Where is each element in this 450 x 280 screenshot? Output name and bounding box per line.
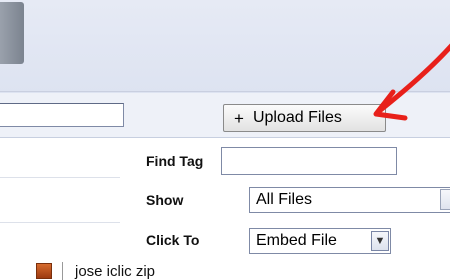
- upload-files-button[interactable]: + Upload Files: [223, 104, 386, 132]
- click-to-label: Click To: [146, 232, 200, 248]
- list-item[interactable]: jose iclic zip: [36, 262, 155, 280]
- header-divider: [0, 91, 450, 92]
- sidebar-handle: [0, 2, 24, 64]
- zip-file-icon: [36, 263, 52, 279]
- find-tag-input[interactable]: [221, 147, 397, 175]
- header-band: [0, 0, 450, 93]
- find-tag-label: Find Tag: [146, 153, 204, 169]
- search-input[interactable]: [0, 103, 124, 127]
- left-panel-divider: [0, 222, 120, 223]
- show-select[interactable]: All Files: [249, 187, 450, 213]
- click-to-select[interactable]: Embed File: [249, 228, 391, 254]
- file-name: jose iclic zip: [75, 262, 156, 280]
- show-dropdown-button[interactable]: [440, 189, 450, 210]
- click-to-select-value: Embed File: [256, 232, 337, 249]
- show-select-value: All Files: [256, 191, 313, 208]
- plus-icon: +: [234, 108, 244, 128]
- click-to-dropdown-button[interactable]: ▼: [371, 231, 389, 251]
- chevron-down-icon: ▼: [374, 235, 386, 247]
- file-separator: [62, 262, 63, 280]
- left-panel-divider: [0, 177, 120, 178]
- show-label: Show: [146, 192, 184, 208]
- upload-files-label: Upload Files: [252, 109, 342, 126]
